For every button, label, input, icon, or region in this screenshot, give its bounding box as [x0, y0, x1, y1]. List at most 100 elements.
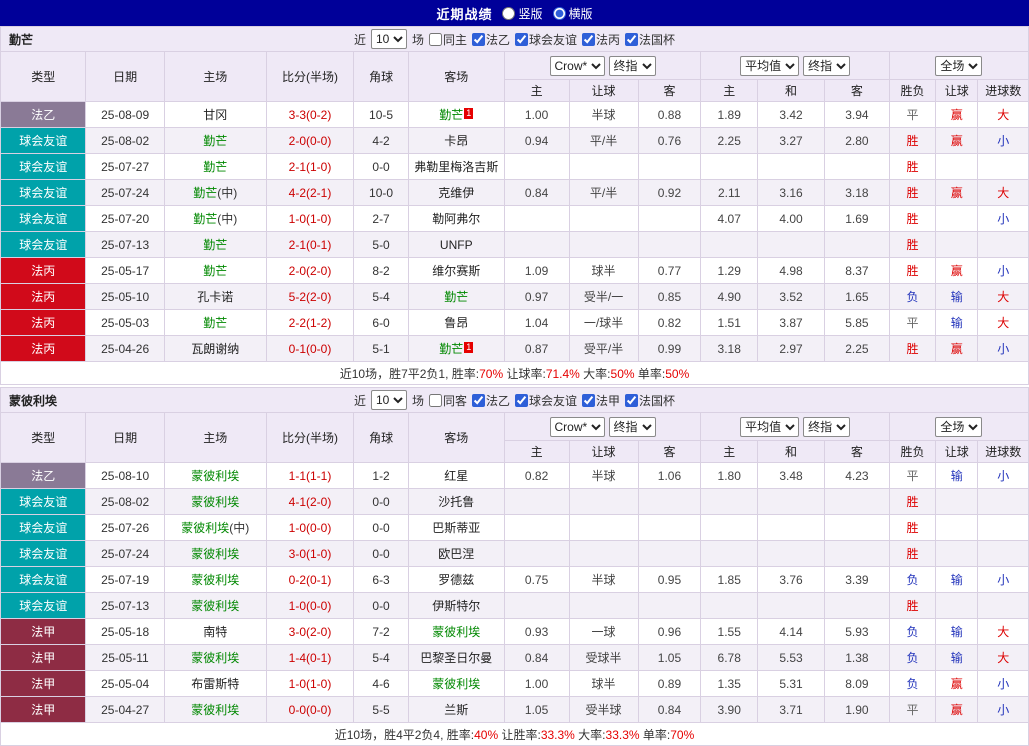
- goals-result-cell: 大: [977, 644, 1029, 671]
- home-team-name[interactable]: 蒙彼利埃: [191, 651, 239, 665]
- home-team-name[interactable]: 勤芒: [193, 212, 217, 226]
- league-filter-option[interactable]: 法国杯: [625, 392, 675, 409]
- same-venue-checkbox[interactable]: [428, 32, 442, 46]
- euro-home-odds: [700, 540, 759, 567]
- corner-cell: 5-4: [353, 644, 409, 671]
- league-filter-option[interactable]: 法甲: [582, 392, 620, 409]
- handicap-line: [568, 514, 639, 541]
- euro-home-odds: 2.11: [700, 179, 759, 206]
- league-filter-checkbox[interactable]: [625, 393, 639, 407]
- league-filter-checkbox[interactable]: [471, 32, 485, 46]
- euro-stage-select[interactable]: 终指: [803, 416, 851, 437]
- horizontal-layout-radio[interactable]: [552, 6, 566, 20]
- league-filter-option[interactable]: 法国杯: [625, 31, 675, 48]
- league-filter-option[interactable]: 法乙: [471, 392, 510, 409]
- away-team-name[interactable]: 勤芒: [439, 342, 463, 356]
- away-team-name[interactable]: 弗勒里梅洛吉斯: [414, 160, 498, 174]
- same-venue-checkbox[interactable]: [428, 393, 442, 407]
- handicap-home-odds: [503, 231, 570, 258]
- home-team-name[interactable]: 勤芒: [203, 264, 227, 278]
- home-team-name[interactable]: 蒙彼利埃: [191, 495, 239, 509]
- home-team-cell: 孔卡诺: [163, 283, 267, 310]
- scope-select[interactable]: 全场: [935, 55, 983, 76]
- home-team-name[interactable]: 布雷斯特: [191, 677, 239, 691]
- away-team-name[interactable]: 沙托鲁: [438, 495, 474, 509]
- euro-draw-odds: 3.16: [757, 179, 825, 206]
- handicap-line: 球半: [568, 670, 639, 697]
- handicap-stage-select[interactable]: 终指: [608, 416, 656, 437]
- away-team-name[interactable]: 勒阿弗尔: [432, 212, 480, 226]
- away-team-name[interactable]: 兰斯: [444, 703, 468, 717]
- league-filter-option[interactable]: 球会友谊: [515, 31, 577, 48]
- away-team-name[interactable]: 蒙彼利埃: [432, 625, 480, 639]
- handicap-away-odds: [637, 540, 702, 567]
- same-venue-option[interactable]: 同客: [428, 392, 467, 409]
- away-team-name[interactable]: 巴斯蒂亚: [432, 521, 480, 535]
- away-team-name[interactable]: UNFP: [440, 238, 473, 252]
- handicap-result-cell: 输: [935, 309, 979, 336]
- league-filter-option[interactable]: 法丙: [582, 31, 620, 48]
- home-team-name[interactable]: 勤芒: [203, 134, 227, 148]
- away-team-name[interactable]: 罗德兹: [438, 573, 474, 587]
- match-result-cell: 胜: [888, 335, 937, 362]
- league-filter-checkbox[interactable]: [582, 32, 596, 46]
- column-header: 角球: [353, 51, 409, 102]
- away-team-name[interactable]: 克维伊: [438, 186, 474, 200]
- euro-away-odds: 3.94: [823, 101, 890, 128]
- home-team-name[interactable]: 蒙彼利埃: [181, 521, 229, 535]
- home-team-name[interactable]: 南特: [203, 625, 227, 639]
- euro-away-odds: 2.80: [823, 127, 890, 154]
- average-odds-select[interactable]: 平均值: [740, 55, 800, 76]
- away-team-name[interactable]: 鲁昂: [444, 316, 468, 330]
- page-title: 近期战绩: [436, 6, 493, 22]
- scope-select[interactable]: 全场: [935, 416, 983, 437]
- league-filter-option[interactable]: 球会友谊: [515, 392, 577, 409]
- league-filter-checkbox[interactable]: [625, 32, 639, 46]
- home-team-name[interactable]: 勤芒: [203, 316, 227, 330]
- layout-vertical-option[interactable]: 竖版: [502, 5, 543, 22]
- away-team-name[interactable]: 伊斯特尔: [432, 599, 480, 613]
- bookmaker-select[interactable]: Crow*: [549, 416, 605, 437]
- home-team-name[interactable]: 瓦朗谢纳: [191, 342, 239, 356]
- goals-result-cell: 小: [977, 205, 1029, 232]
- same-venue-option[interactable]: 同主: [428, 31, 467, 48]
- away-team-name[interactable]: 红星: [444, 469, 468, 483]
- home-team-name[interactable]: 蒙彼利埃: [191, 573, 239, 587]
- average-odds-select[interactable]: 平均值: [740, 416, 800, 437]
- vertical-layout-radio[interactable]: [502, 6, 516, 20]
- handicap-result-cell: 输: [935, 644, 979, 671]
- euro-away-odds: 4.23: [823, 462, 890, 489]
- home-team-name[interactable]: 甘冈: [203, 108, 227, 122]
- league-filter-checkbox[interactable]: [515, 32, 528, 46]
- match-count-select[interactable]: 10: [370, 390, 407, 410]
- home-team-name[interactable]: 勤芒: [203, 238, 227, 252]
- away-team-name[interactable]: 欧巴涅: [438, 547, 474, 561]
- handicap-line: 半球: [568, 566, 639, 593]
- away-team-name[interactable]: 蒙彼利埃: [432, 677, 480, 691]
- bookmaker-select[interactable]: Crow*: [549, 55, 605, 76]
- home-team-name[interactable]: 勤芒: [203, 160, 227, 174]
- score-cell: 4-2(2-1): [265, 179, 355, 206]
- handicap-away-odds: [637, 488, 702, 515]
- match-count-select[interactable]: 10: [370, 29, 407, 49]
- home-team-name[interactable]: 蒙彼利埃: [191, 547, 239, 561]
- home-team-name[interactable]: 蒙彼利埃: [191, 469, 239, 483]
- away-team-name[interactable]: 卡昂: [444, 134, 468, 148]
- summary-stat-value: 40%: [474, 727, 499, 742]
- away-team-name[interactable]: 巴黎圣日尔曼: [420, 651, 492, 665]
- euro-stage-select[interactable]: 终指: [803, 55, 851, 76]
- home-team-name[interactable]: 蒙彼利埃: [191, 703, 239, 717]
- away-team-name[interactable]: 勤芒: [439, 108, 463, 122]
- home-team-name[interactable]: 孔卡诺: [197, 290, 233, 304]
- away-team-name[interactable]: 勤芒: [444, 290, 468, 304]
- league-filter-checkbox[interactable]: [515, 393, 528, 407]
- league-filter-checkbox[interactable]: [471, 393, 485, 407]
- home-team-name[interactable]: 勤芒: [193, 186, 217, 200]
- layout-horizontal-option[interactable]: 横版: [552, 5, 593, 22]
- home-team-name[interactable]: 蒙彼利埃: [191, 599, 239, 613]
- league-filter-option[interactable]: 法乙: [471, 31, 510, 48]
- handicap-stage-select[interactable]: 终指: [608, 55, 656, 76]
- goals-result-cell: 小: [977, 127, 1029, 154]
- away-team-name[interactable]: 维尔赛斯: [432, 264, 480, 278]
- league-filter-checkbox[interactable]: [582, 393, 596, 407]
